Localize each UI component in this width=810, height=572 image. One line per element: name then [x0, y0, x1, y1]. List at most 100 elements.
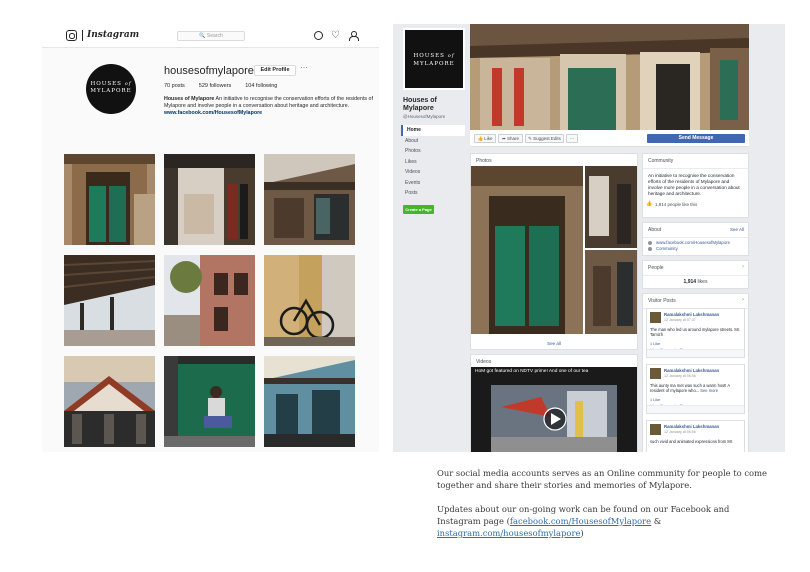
post-author[interactable]: Ramalakshmi Lakshmanan — [664, 424, 719, 429]
instagram-camera-icon[interactable] — [66, 30, 77, 41]
bio-name: Houses of Mylapore — [164, 96, 215, 102]
post-date[interactable]: 12 January at 07:37 — [664, 318, 696, 322]
post-author[interactable]: Ramalakshmi Lakshmanan — [664, 312, 719, 317]
instagram-link[interactable]: instagram.com/housesofmylapore — [437, 528, 580, 538]
people-count: 1,914 likes — [643, 276, 748, 285]
page-gutter — [753, 24, 785, 452]
suggest-edits-label: Suggest Edits — [533, 136, 561, 141]
photo-tile[interactable] — [264, 154, 355, 245]
link-separator: & — [651, 516, 662, 526]
avatar-text-mylapore: MYLAPORE — [413, 61, 455, 67]
video-player[interactable] — [471, 367, 637, 452]
nav-item-posts[interactable]: Posts — [401, 188, 465, 199]
community-likes[interactable]: 1,914 people like this — [643, 197, 748, 207]
photo-tile[interactable] — [164, 356, 255, 447]
bio-link[interactable]: www.facebook.com/HousesofMylapore — [164, 110, 262, 116]
caption-paragraph-1: Our social media accounts serves as an O… — [437, 468, 767, 490]
post-date[interactable]: 12 January at 06:56 — [664, 374, 696, 378]
suggest-edits-button[interactable]: ✎ Suggest Edits — [525, 134, 564, 143]
nav-item-photos[interactable]: Photos — [401, 146, 465, 157]
post-comment-bar[interactable] — [647, 405, 744, 413]
people-title[interactable]: People — [643, 261, 748, 276]
post-comment-bar[interactable] — [647, 349, 744, 357]
video-caption: HoM got featured on NDTV prime! And one … — [475, 369, 589, 374]
instagram-wordmark[interactable]: Instagram — [87, 30, 139, 40]
create-page-button[interactable]: Create a Page — [403, 205, 434, 214]
like-button[interactable]: 👍 Like — [474, 134, 496, 143]
photo-tile[interactable] — [64, 154, 155, 245]
community-description: An initiative to recognise the conservat… — [648, 173, 740, 196]
post-text: The man who led us around mylapore stree… — [650, 327, 741, 337]
nav-item-videos[interactable]: Videos — [401, 167, 465, 178]
page-nav: Home About Photos Likes Videos Events Po… — [401, 125, 465, 199]
more-options-icon[interactable]: ··· — [300, 63, 308, 72]
followers-count[interactable]: 529 followers — [199, 83, 231, 89]
search-placeholder: Search — [206, 33, 223, 39]
caption-paragraph-2-end: ) — [580, 528, 584, 538]
photo-tile[interactable] — [264, 356, 355, 447]
avatar-text-of: of — [124, 81, 132, 87]
photo-tile[interactable] — [64, 255, 155, 346]
post-text: This aunty ma met was such a warm host! … — [650, 383, 743, 393]
people-card: People › 1,914 likes — [642, 260, 749, 289]
visitor-post[interactable]: Ramalakshmi Lakshmanan 12 January at 07:… — [646, 308, 745, 358]
cover-photo[interactable] — [470, 24, 749, 130]
share-button[interactable]: ➦ Share — [498, 134, 523, 143]
posts-count: 70 posts — [164, 83, 185, 89]
post-likes[interactable]: 1 Like — [650, 398, 660, 402]
user-profile-icon[interactable] — [348, 31, 359, 41]
community-title: Community — [643, 154, 748, 169]
post-likes[interactable]: 1 Like — [650, 342, 660, 346]
avatar-text-houses: HOUSES — [413, 53, 445, 59]
visitor-posts-title[interactable]: Visitor Posts — [643, 294, 748, 309]
nav-item-likes[interactable]: Likes — [401, 157, 465, 168]
chevron-right-icon[interactable]: › — [742, 297, 744, 303]
caption-paragraph-2: Updates about our on-going work can be f… — [437, 503, 767, 539]
photos-collage[interactable] — [471, 166, 637, 334]
people-count-suffix: likes — [697, 279, 708, 285]
photo-tile[interactable] — [64, 356, 155, 447]
post-author-avatar[interactable] — [650, 424, 661, 435]
post-date[interactable]: 12 January at 06:56 — [664, 430, 696, 434]
nav-item-events[interactable]: Events — [401, 178, 465, 189]
people-count-number: 1,914 — [683, 279, 697, 285]
page-handle[interactable]: @HousesofMylapore — [403, 114, 445, 119]
photos-card: Photos See all — [470, 153, 638, 350]
page-avatar[interactable]: HOUSES of MYLAPORE — [403, 28, 465, 90]
post-author-avatar[interactable] — [650, 368, 661, 379]
visitor-post[interactable]: Ramalakshmi Lakshmanan 12 January at 06:… — [646, 420, 745, 452]
nav-item-home[interactable]: Home — [401, 125, 465, 136]
post-text: such vivid and animated expressions from… — [650, 439, 734, 444]
avatar-text-of: of — [447, 53, 455, 59]
community-card: Community An initiative to recognise the… — [642, 153, 749, 218]
like-label: Like — [484, 136, 493, 141]
following-count[interactable]: 104 following — [245, 83, 277, 89]
chevron-right-icon[interactable]: › — [742, 264, 744, 270]
instagram-top-bar: Instagram 🔍 Search ♡ — [42, 24, 379, 48]
photo-tile[interactable] — [264, 255, 355, 346]
photo-tile[interactable] — [164, 255, 255, 346]
nav-item-about[interactable]: About — [401, 136, 465, 147]
visitor-post[interactable]: Ramalakshmi Lakshmanan 12 January at 06:… — [646, 364, 745, 414]
see-more-link[interactable]: See more — [700, 388, 718, 393]
more-options-button[interactable]: ··· — [566, 134, 578, 143]
about-card: About See All www.facebook.com/HousesofM… — [642, 222, 749, 256]
about-category[interactable]: Community — [643, 245, 748, 251]
explore-compass-icon[interactable] — [314, 31, 323, 40]
facebook-link[interactable]: facebook.com/HousesofMylapore — [510, 516, 651, 526]
send-message-button[interactable]: Send Message — [647, 134, 745, 143]
heart-icon[interactable]: ♡ — [331, 31, 340, 41]
instagram-profile-screenshot: Instagram 🔍 Search ♡ HOUSES of MYLAPORE … — [42, 24, 379, 452]
post-author-avatar[interactable] — [650, 312, 661, 323]
photo-tile[interactable] — [164, 154, 255, 245]
post-author[interactable]: Ramalakshmi Lakshmanan — [664, 368, 719, 373]
search-input[interactable]: 🔍 Search — [177, 31, 245, 41]
facebook-page-screenshot: HOUSES of MYLAPORE Houses of Mylapore @H… — [393, 24, 785, 452]
avatar[interactable]: HOUSES of MYLAPORE — [86, 64, 136, 114]
profile-username: housesofmylapore — [164, 65, 254, 77]
photos-see-all-link[interactable]: See all — [471, 341, 637, 346]
about-see-all-link[interactable]: See All — [730, 227, 744, 232]
share-label: Share — [507, 136, 520, 141]
page-name[interactable]: Houses of Mylapore — [403, 97, 465, 113]
edit-profile-button[interactable]: Edit Profile — [254, 65, 296, 76]
